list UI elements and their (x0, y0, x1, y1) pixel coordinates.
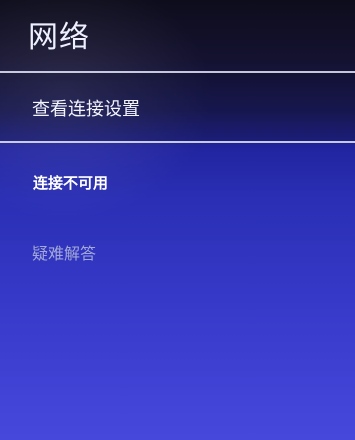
page-title: 网络 (28, 20, 90, 55)
connection-status-text: 连接不可用 (33, 174, 109, 192)
bottom-divider (0, 141, 355, 143)
network-header: 网络 (0, 0, 355, 72)
troubleshoot-link[interactable]: 疑难解答 (32, 240, 96, 264)
view-connection-settings-label: 查看连接设置 (32, 99, 140, 120)
view-connection-settings-item[interactable]: 查看连接设置 (0, 73, 355, 141)
